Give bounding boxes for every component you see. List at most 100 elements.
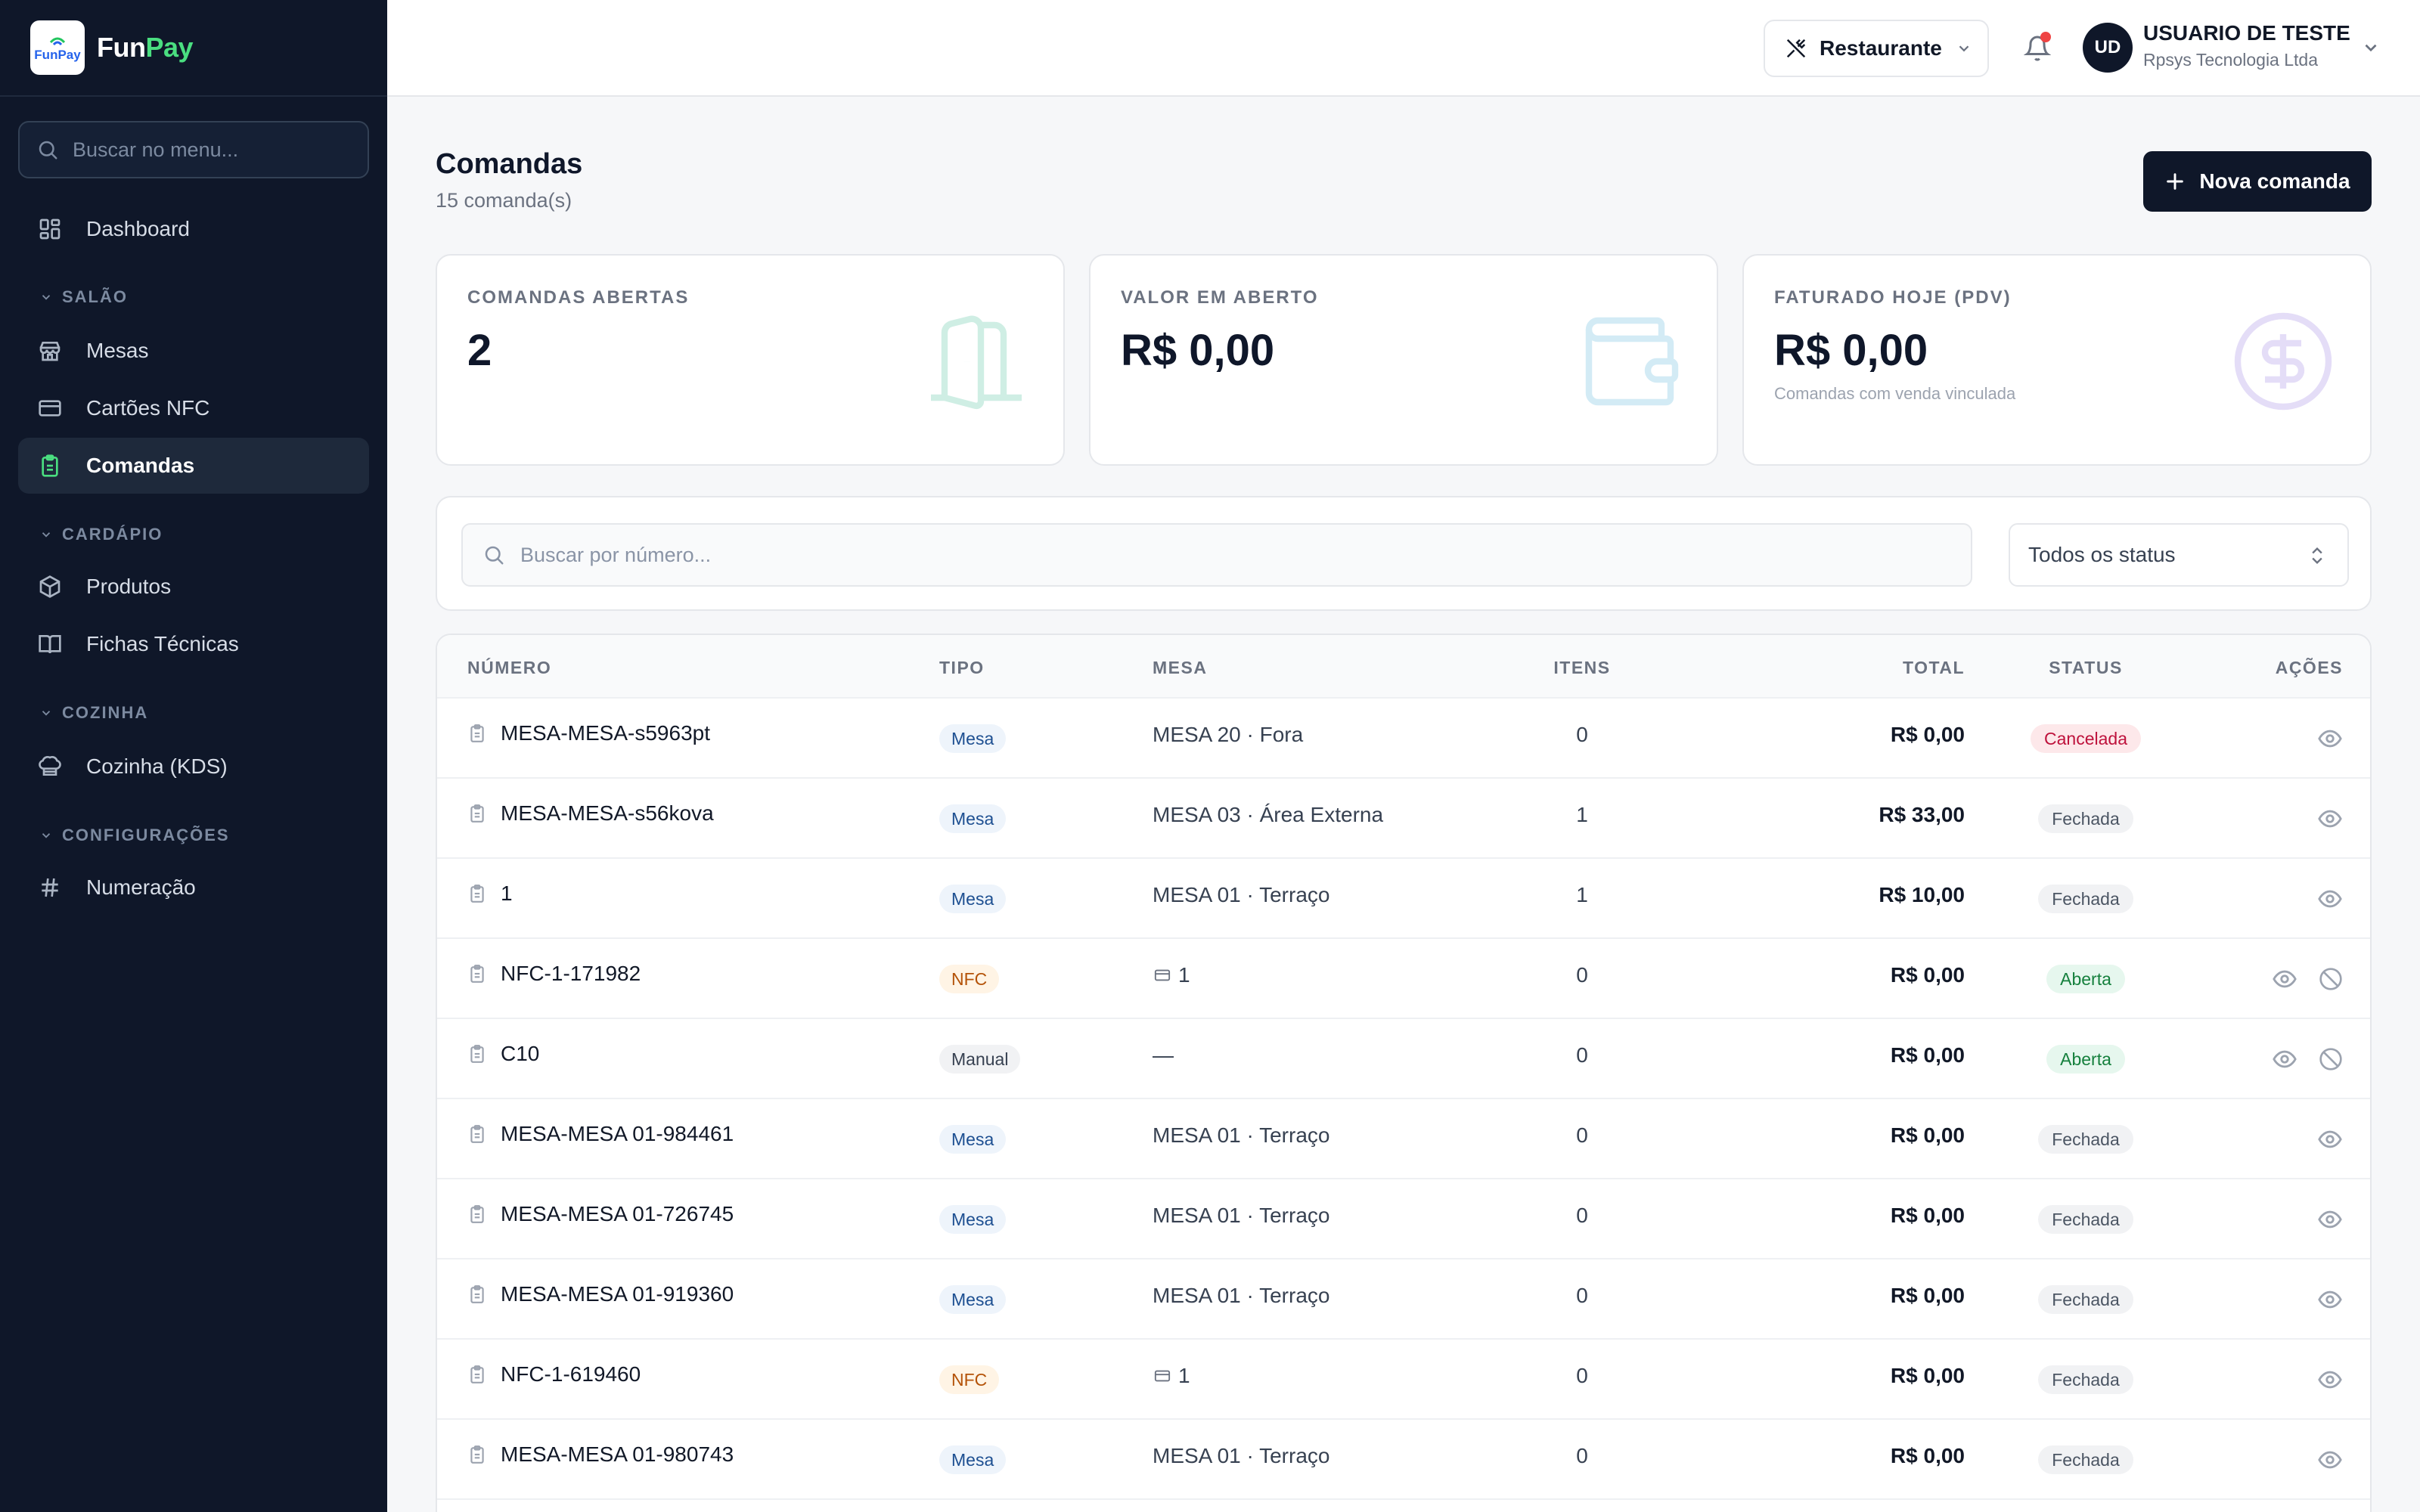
- view-comanda-icon[interactable]: [2317, 1447, 2343, 1473]
- sidebar-item-comandas[interactable]: Comandas: [18, 438, 369, 494]
- items-count: 1: [1576, 883, 1588, 906]
- brand-logo[interactable]: FunPay: [30, 20, 85, 75]
- mesa-cell: MESA 01 · Terraço: [1153, 883, 1329, 907]
- table-row[interactable]: 1 Mesa MESA 01 · Terraço 1 R$ 10,00 Fechada: [437, 859, 2370, 939]
- items-count: 0: [1576, 1364, 1588, 1387]
- user-menu-chevron-icon[interactable]: [2361, 38, 2381, 57]
- stat-subtext: Comandas com venda vinculada: [1774, 384, 2016, 403]
- comanda-number[interactable]: MESA-MESA 01-919360: [467, 1282, 734, 1306]
- avatar[interactable]: UD: [2083, 23, 2133, 73]
- top-bar: Restaurante UD USUARIO DE TESTE Rpsys Te…: [387, 0, 2420, 97]
- table-row[interactable]: NFC-1-171982 NFC 1 0 R$ 0,00 Aberta: [437, 939, 2370, 1019]
- view-comanda-icon[interactable]: [2317, 886, 2343, 912]
- section-salao[interactable]: SALÃO: [39, 287, 128, 307]
- mesa-cell: —: [1153, 1043, 1174, 1067]
- section-label: COZINHA: [62, 703, 149, 722]
- items-count: 1: [1576, 803, 1588, 826]
- status-badge: Aberta: [2046, 1045, 2125, 1074]
- comanda-number[interactable]: MESA-MESA-s56kova: [467, 801, 714, 826]
- store-icon: [36, 337, 64, 364]
- comanda-number-text: MESA-MESA 01-919360: [501, 1282, 734, 1306]
- clipboard-icon: [36, 452, 64, 479]
- user-company: Rpsys Tecnologia Ltda: [2143, 50, 2318, 70]
- stat-value: 2: [467, 326, 492, 375]
- sidebar-item-cozinha-kds[interactable]: Cozinha (KDS): [18, 739, 369, 795]
- chevron-down-icon: [42, 532, 51, 538]
- table-row[interactable]: MESA-MESA 01-984461 Mesa MESA 01 · Terraço…: [437, 1099, 2370, 1179]
- view-comanda-icon[interactable]: [2272, 966, 2297, 992]
- type-badge: NFC: [939, 965, 1000, 993]
- table-row[interactable]: MESA-MESA-s5963pt Mesa MESA 20 · Fora 0 R$ 0…: [437, 699, 2370, 779]
- cancel-comanda-icon[interactable]: [2319, 967, 2343, 991]
- table-row[interactable]: MESA-MESA 01-726745 Mesa MESA 01 · Terraço…: [437, 1179, 2370, 1259]
- view-comanda-icon[interactable]: [2317, 1126, 2343, 1152]
- status-badge: Cancelada: [2031, 724, 2141, 753]
- column-header-numero[interactable]: NÚMERO: [467, 658, 551, 678]
- dashboard-icon: [36, 215, 64, 243]
- view-comanda-icon[interactable]: [2317, 1287, 2343, 1312]
- view-comanda-icon[interactable]: [2317, 726, 2343, 751]
- status-cell: Fechada: [1995, 859, 2176, 939]
- table-row[interactable]: MESA-MESA 01-919360 Mesa MESA 01 · Terraço…: [437, 1259, 2370, 1340]
- clipboard-icon: [467, 722, 487, 745]
- page-subtitle: 15 comanda(s): [436, 189, 572, 212]
- type-badge: Mesa: [939, 1285, 1007, 1314]
- sidebar-search-placeholder: Buscar no menu...: [73, 138, 239, 161]
- comanda-number[interactable]: NFC-1-619460: [467, 1362, 641, 1387]
- sidebar-search-input[interactable]: Buscar no menu...: [18, 121, 369, 178]
- comanda-number[interactable]: MESA-MESA 01-980743: [467, 1442, 734, 1467]
- comanda-number[interactable]: NFC-1-171982: [467, 962, 641, 986]
- section-label: CONFIGURAÇÕES: [62, 826, 230, 844]
- column-header-tipo[interactable]: TIPO: [939, 658, 985, 678]
- view-comanda-icon[interactable]: [2317, 1367, 2343, 1393]
- status-filter-select[interactable]: Todos os status: [2009, 523, 2349, 587]
- comanda-number[interactable]: 1: [467, 881, 513, 906]
- sidebar-item-dashboard[interactable]: Dashboard: [18, 201, 369, 257]
- comanda-search-input[interactable]: Buscar por número...: [461, 523, 1972, 587]
- sidebar-item-fichas-tecnicas[interactable]: Fichas Técnicas: [18, 616, 369, 672]
- status-cell: Fechada: [1995, 1259, 2176, 1340]
- sidebar-item-numeracao[interactable]: Numeração: [18, 860, 369, 916]
- view-comanda-icon[interactable]: [2317, 1207, 2343, 1232]
- sidebar-item-label: Cozinha (KDS): [86, 754, 228, 778]
- clipboard-icon: [467, 1443, 487, 1466]
- table-row[interactable]: C10 Manual — 0 R$ 0,00 Aberta: [437, 1019, 2370, 1099]
- new-comanda-label: Nova comanda: [2199, 169, 2350, 193]
- type-badge: NFC: [939, 1365, 1000, 1394]
- table-row[interactable]: MESA-MESA-s56kova Mesa MESA 03 · Área Exte…: [437, 779, 2370, 859]
- comanda-number[interactable]: MESA-MESA-s5963pt: [467, 721, 710, 745]
- brand-name: FunPay: [97, 32, 194, 64]
- section-configuracoes[interactable]: CONFIGURAÇÕES: [39, 826, 230, 845]
- column-header-status[interactable]: STATUS: [1995, 658, 2176, 678]
- status-badge: Fechada: [2038, 885, 2133, 913]
- total-value: R$ 0,00: [1890, 1284, 1965, 1307]
- type-badge: Mesa: [939, 724, 1007, 753]
- table-row[interactable]: MESA-MESA 01-980743 Mesa MESA 01 · Terraço…: [437, 1420, 2370, 1500]
- sidebar-item-mesas[interactable]: Mesas: [18, 323, 369, 379]
- column-header-itens[interactable]: ITENS: [1544, 658, 1620, 678]
- sidebar-item-cartoes-nfc[interactable]: Cartões NFC: [18, 380, 369, 436]
- section-cozinha[interactable]: COZINHA: [39, 703, 148, 723]
- status-cell: Fechada: [1995, 1420, 2176, 1500]
- comanda-number[interactable]: MESA-MESA 01-984461: [467, 1122, 734, 1146]
- comanda-number[interactable]: C10: [467, 1042, 539, 1066]
- new-comanda-button[interactable]: Nova comanda: [2143, 151, 2372, 212]
- user-name[interactable]: USUARIO DE TESTE: [2143, 21, 2350, 45]
- notifications-button[interactable]: [2016, 27, 2059, 70]
- column-header-total[interactable]: TOTAL: [1768, 658, 1965, 678]
- restaurant-selector[interactable]: Restaurante: [1764, 20, 1989, 77]
- row-actions: [2317, 1447, 2343, 1473]
- table-row[interactable]: NFC-1-619460 NFC 1 0 R$ 0,00 Fechada: [437, 1340, 2370, 1420]
- brand-name-fun: Fun: [97, 32, 146, 63]
- sidebar-item-produtos[interactable]: Produtos: [18, 559, 369, 615]
- status-badge: Fechada: [2038, 804, 2133, 833]
- section-cardapio[interactable]: CARDÁPIO: [39, 525, 163, 544]
- filter-bar: Buscar por número... Todos os status: [436, 496, 2372, 611]
- view-comanda-icon[interactable]: [2272, 1046, 2297, 1072]
- cancel-comanda-icon[interactable]: [2319, 1047, 2343, 1071]
- row-actions: [2317, 1126, 2343, 1152]
- column-header-mesa[interactable]: MESA: [1153, 658, 1207, 678]
- view-comanda-icon[interactable]: [2317, 806, 2343, 832]
- comanda-number[interactable]: MESA-MESA 01-726745: [467, 1202, 734, 1226]
- items-count: 0: [1576, 723, 1588, 746]
